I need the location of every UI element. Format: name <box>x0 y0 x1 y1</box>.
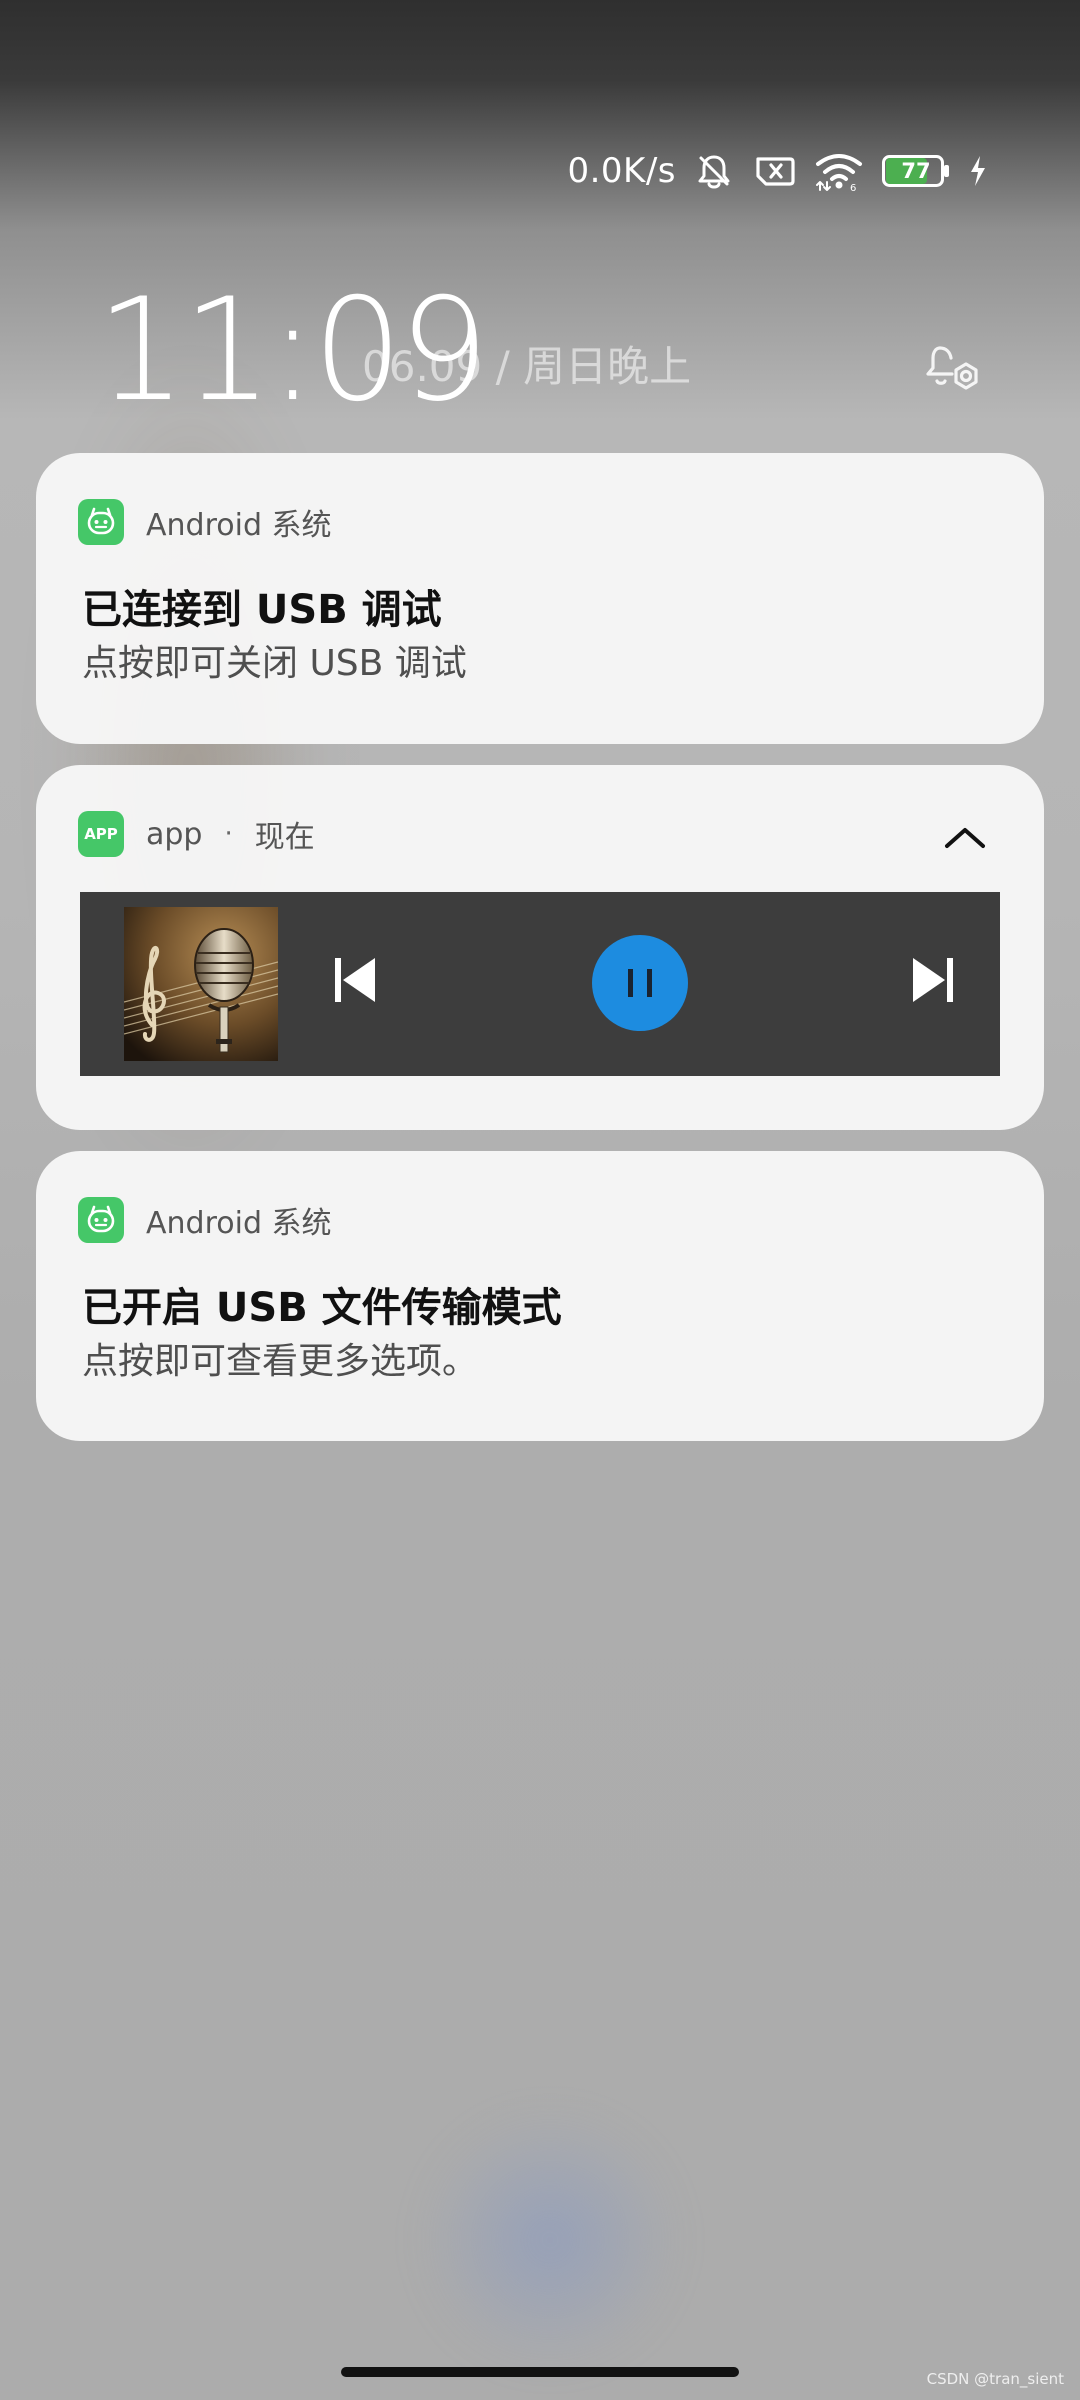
previous-track-button[interactable] <box>320 945 390 1015</box>
svg-text:6: 6 <box>850 183 856 192</box>
notification-header: Android 系统 <box>78 499 332 545</box>
skip-next-icon <box>913 958 953 1002</box>
pause-icon <box>628 969 652 997</box>
watermark: CSDN @tran_sient <box>926 2370 1064 2388</box>
microphone-artwork-icon <box>124 907 278 1061</box>
bell-off-icon <box>694 151 734 191</box>
notification-usb-debugging[interactable]: Android 系统 已连接到 USB 调试 点按即可关闭 USB 调试 <box>36 453 1044 744</box>
network-speed: 0.0K/s <box>567 151 676 191</box>
notification-title: 已连接到 USB 调试 <box>82 587 442 633</box>
status-bar: 0.0K/s 6 77 <box>567 146 988 196</box>
notification-app-name: Android 系统 <box>146 1206 332 1241</box>
battery-icon: 77 <box>882 155 950 187</box>
android-system-app-icon <box>78 499 124 545</box>
app-badge: APP <box>78 811 124 857</box>
notification-header: APP app · 现在 <box>78 811 315 857</box>
media-controls-panel <box>80 892 1000 1076</box>
notification-settings-button[interactable] <box>918 334 990 406</box>
battery-percent: 77 <box>901 159 931 183</box>
notification-settings-icon <box>926 346 978 390</box>
album-art <box>124 907 278 1061</box>
header-separator: · <box>224 819 233 849</box>
sim-off-icon <box>752 152 796 190</box>
notification-text: 点按即可查看更多选项。 <box>82 1341 479 1382</box>
background-blur-bottom <box>420 2110 680 2370</box>
next-track-button[interactable] <box>898 945 968 1015</box>
skip-previous-icon <box>335 958 375 1002</box>
notification-time: 现在 <box>254 820 315 855</box>
robot-face-icon <box>87 507 115 535</box>
lockscreen-date: 06.09 / 周日晚上 <box>362 342 692 391</box>
notification-media-player[interactable]: APP app · 现在 <box>36 765 1044 1130</box>
charging-icon <box>968 154 988 188</box>
play-pause-button[interactable] <box>592 935 688 1031</box>
notification-app-name: Android 系统 <box>146 508 332 543</box>
notification-usb-file-transfer[interactable]: Android 系统 已开启 USB 文件传输模式 点按即可查看更多选项。 <box>36 1151 1044 1441</box>
notification-text: 点按即可关闭 USB 调试 <box>82 643 467 684</box>
wifi-icon: 6 <box>814 150 864 192</box>
robot-face-icon <box>87 1205 115 1233</box>
notification-app-name: app <box>146 816 203 852</box>
collapse-button[interactable] <box>936 809 994 867</box>
home-indicator[interactable] <box>341 2367 739 2377</box>
chevron-up-icon <box>945 828 985 848</box>
notification-header: Android 系统 <box>78 1197 332 1243</box>
notification-title: 已开启 USB 文件传输模式 <box>82 1285 562 1331</box>
android-system-app-icon <box>78 1197 124 1243</box>
